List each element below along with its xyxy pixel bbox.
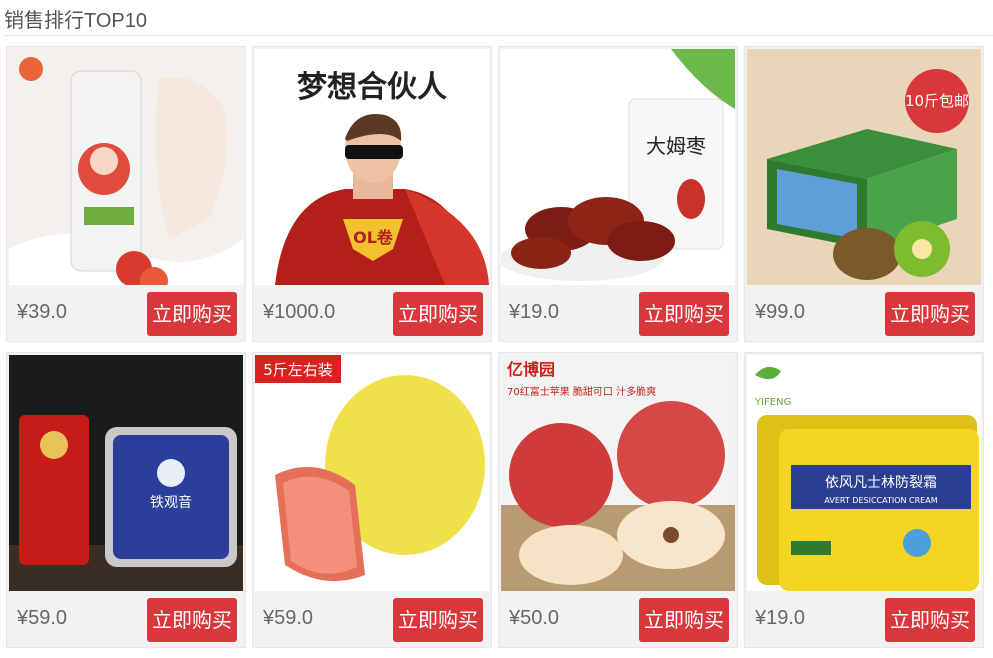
buy-now-button[interactable]: 立即购买: [885, 292, 975, 336]
buy-now-button[interactable]: 立即购买: [147, 292, 237, 336]
product-card[interactable]: 10斤包邮 ¥99.0 立即购买: [744, 46, 984, 342]
product-image[interactable]: 10斤包邮: [747, 49, 981, 285]
promo-badge: 10斤包邮: [905, 92, 969, 110]
kiwi-box-product-image: 10斤包邮: [747, 49, 981, 285]
product-price: ¥39.0: [17, 301, 68, 323]
vaseline-cream-product-image: 依风凡士林防裂霜 AVERT DESICCATION CREAM YIFENG: [747, 355, 981, 591]
product-image-title: 梦想合伙人: [297, 70, 447, 105]
product-image-title: 依风凡士林防裂霜: [825, 475, 937, 491]
product-image[interactable]: 梦想合伙人 OL卷: [255, 49, 489, 285]
product-tagline: 70红富士苹果 脆甜可口 汁多脆爽: [507, 385, 656, 398]
product-price: ¥59.0: [17, 607, 68, 629]
product-price: ¥50.0: [509, 607, 560, 629]
section-title: 销售排行TOP10: [4, 10, 147, 32]
product-image[interactable]: 亿博园 70红富士苹果 脆甜可口 汁多脆爽: [501, 355, 735, 591]
emblem-text: OL卷: [353, 228, 394, 247]
product-price: ¥19.0: [755, 607, 806, 629]
product-price: ¥1000.0: [263, 301, 336, 323]
hand-cream-product-image: [9, 49, 243, 285]
buy-now-button[interactable]: 立即购买: [885, 598, 975, 642]
product-card[interactable]: ¥39.0 立即购买: [6, 46, 246, 342]
brand-name: 亿博园: [507, 360, 555, 379]
product-image[interactable]: 大姆枣: [501, 49, 735, 285]
red-dates-product-image: 大姆枣: [501, 49, 735, 285]
product-image-title: 铁观音: [150, 494, 192, 511]
pomelo-product-image: 5斤左右装: [255, 355, 489, 591]
tieguanyin-tea-product-image: 铁观音: [9, 355, 243, 591]
product-card[interactable]: 依风凡士林防裂霜 AVERT DESICCATION CREAM YIFENG …: [744, 352, 984, 648]
apple-product-image: 亿博园 70红富士苹果 脆甜可口 汁多脆爽: [501, 355, 735, 591]
buy-now-button[interactable]: 立即购买: [393, 292, 483, 336]
buy-now-button[interactable]: 立即购买: [639, 598, 729, 642]
product-card[interactable]: 5斤左右装 ¥59.0 立即购买: [252, 352, 492, 648]
product-card[interactable]: 亿博园 70红富士苹果 脆甜可口 汁多脆爽 ¥50.0 立即购买: [498, 352, 738, 648]
product-image-subtitle: AVERT DESICCATION CREAM: [824, 496, 937, 505]
product-price: ¥99.0: [755, 301, 806, 323]
product-card[interactable]: 大姆枣 ¥19.0 立即购买: [498, 46, 738, 342]
product-image-title: 大姆枣: [646, 134, 706, 158]
buy-now-button[interactable]: 立即购买: [147, 598, 237, 642]
promo-badge: 5斤左右装: [263, 361, 333, 379]
product-image[interactable]: 铁观音: [9, 355, 243, 591]
product-card[interactable]: 铁观音 ¥59.0 立即购买: [6, 352, 246, 648]
section-header: 销售排行TOP10: [4, 0, 993, 36]
product-image[interactable]: 5斤左右装: [255, 355, 489, 591]
buy-now-button[interactable]: 立即购买: [639, 292, 729, 336]
product-price: ¥19.0: [509, 301, 560, 323]
product-card[interactable]: 梦想合伙人 OL卷 ¥1000.0 立即购买: [252, 46, 492, 342]
product-price: ¥59.0: [263, 607, 314, 629]
brand-name: YIFENG: [754, 397, 791, 408]
buy-now-button[interactable]: 立即购买: [393, 598, 483, 642]
dream-partner-product-image: 梦想合伙人 OL卷: [255, 49, 489, 285]
product-image[interactable]: 依风凡士林防裂霜 AVERT DESICCATION CREAM YIFENG: [747, 355, 981, 591]
product-image[interactable]: [9, 49, 243, 285]
